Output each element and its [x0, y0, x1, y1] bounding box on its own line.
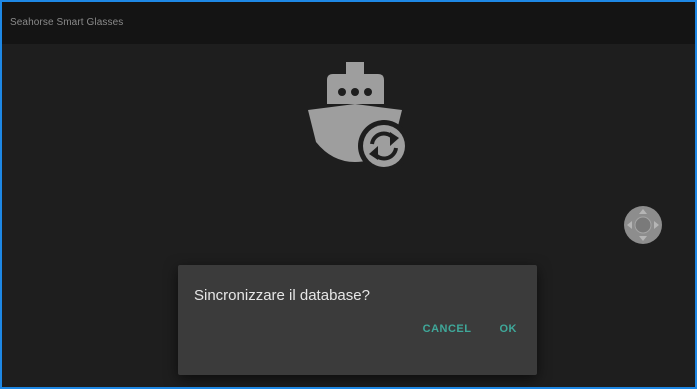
dialog-message: Sincronizzare il database? — [194, 287, 370, 304]
app-title: Seahorse Smart Glasses — [10, 17, 124, 28]
dialog-actions: CANCEL OK — [423, 323, 517, 335]
app-window: Seahorse Smart Glasses Sincronizzare il … — [0, 0, 697, 389]
app-bar: Seahorse Smart Glasses — [2, 2, 695, 44]
ok-button[interactable]: OK — [500, 323, 518, 335]
ship-sync-icon[interactable] — [298, 60, 416, 178]
cancel-button[interactable]: CANCEL — [423, 323, 472, 335]
sync-database-dialog: Sincronizzare il database? CANCEL OK — [178, 265, 537, 375]
dpad-navigation-icon[interactable] — [623, 205, 663, 245]
